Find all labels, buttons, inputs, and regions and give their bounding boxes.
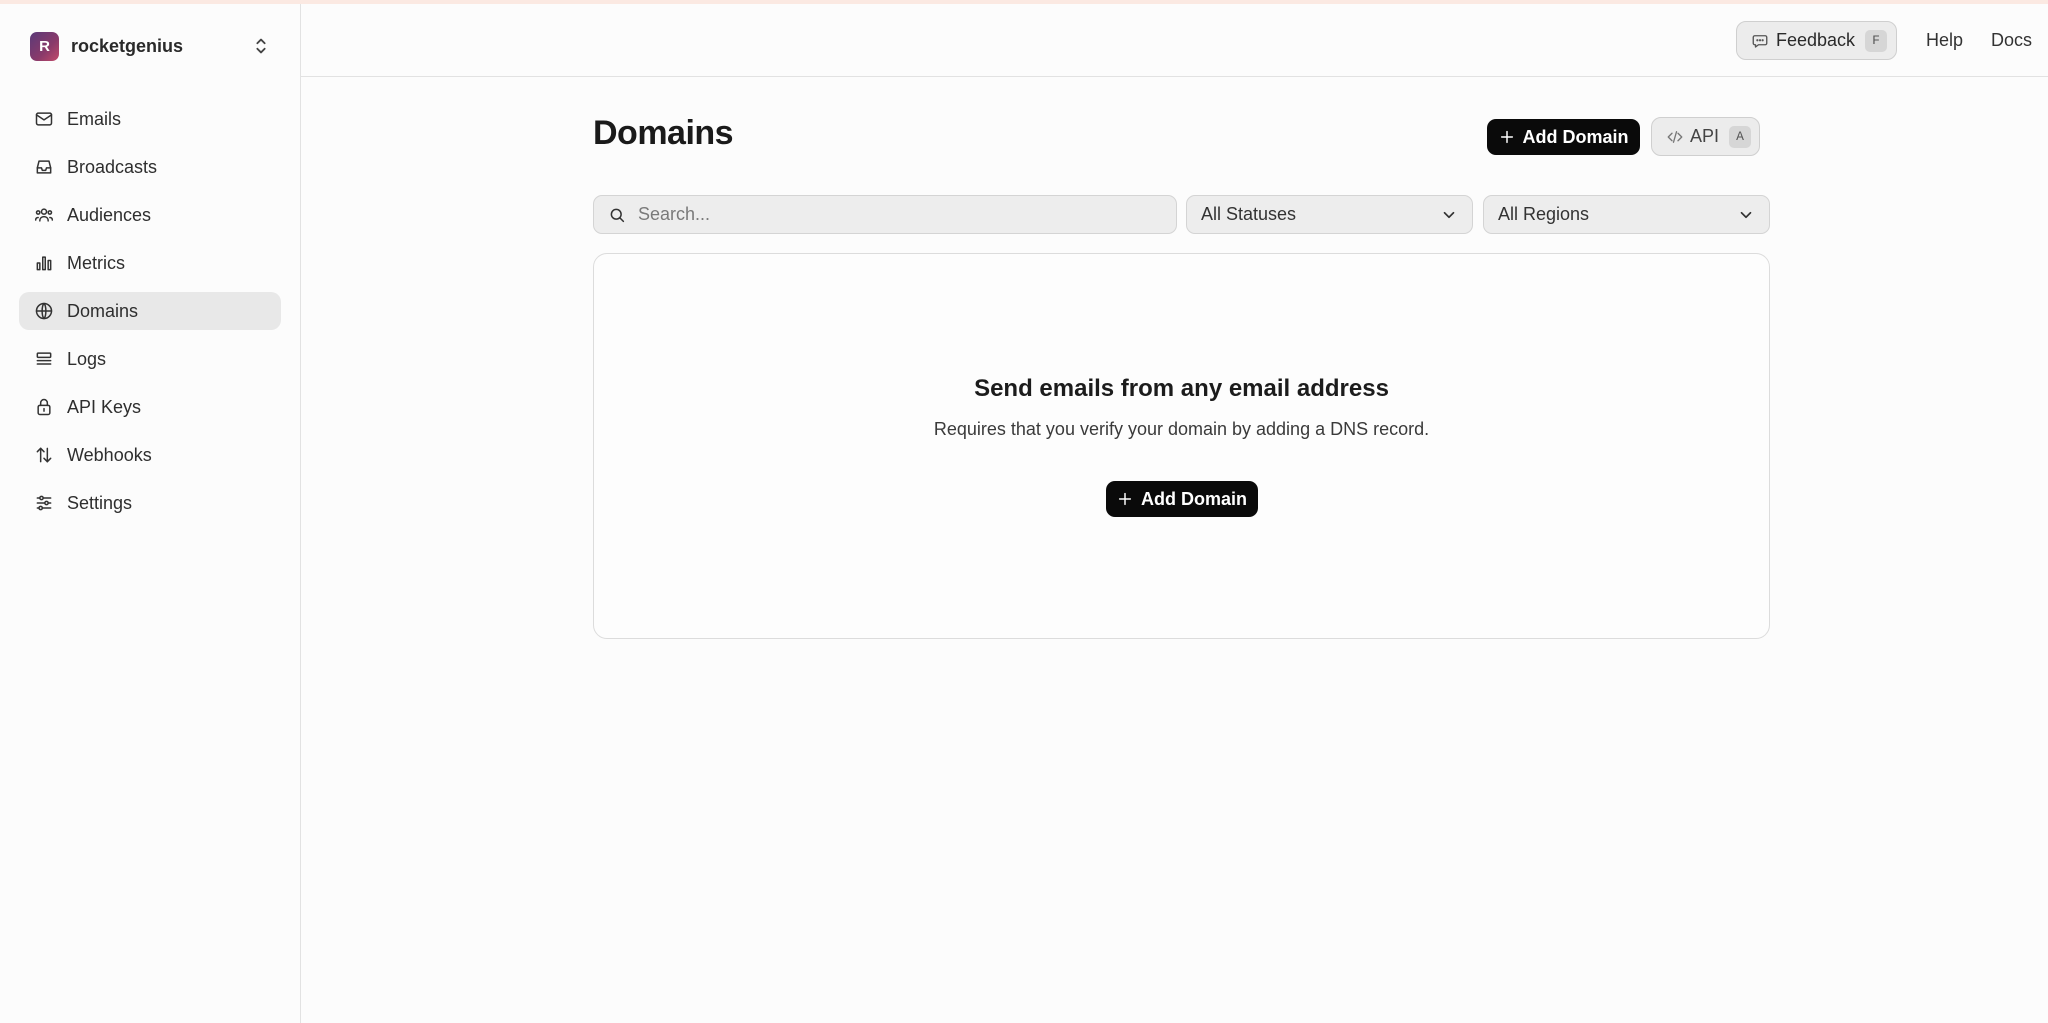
code-icon — [1667, 130, 1683, 143]
sidebar-item-logs[interactable]: Logs — [19, 340, 281, 378]
feedback-label: Feedback — [1776, 30, 1856, 50]
chevron-down-icon — [1740, 211, 1752, 218]
region-filter-select[interactable]: All Regions — [1483, 195, 1770, 234]
help-link[interactable]: Help — [1926, 30, 1963, 51]
page-title: Domains — [593, 114, 734, 152]
sidebar-item-label: Logs — [67, 348, 107, 369]
sidebar-item-label: API Keys — [67, 396, 142, 417]
arrows-up-down-icon — [33, 444, 55, 466]
search-input[interactable] — [638, 204, 1158, 225]
sidebar: R rocketgenius Emails Broadcasts Audienc… — [0, 4, 301, 1023]
docs-link[interactable]: Docs — [1991, 30, 2032, 51]
sidebar-item-webhooks[interactable]: Webhooks — [19, 436, 281, 474]
inbox-icon — [33, 156, 55, 178]
sidebar-item-label: Emails — [67, 108, 122, 129]
chevron-down-icon — [1443, 211, 1455, 218]
sidebar-nav: Emails Broadcasts Audiences Metrics Doma… — [19, 100, 281, 532]
globe-icon — [33, 300, 55, 322]
empty-state-add-domain-button[interactable]: Add Domain — [1106, 481, 1258, 517]
sidebar-item-label: Domains — [67, 300, 139, 321]
api-label: API — [1690, 126, 1720, 146]
sidebar-item-broadcasts[interactable]: Broadcasts — [19, 148, 281, 186]
status-filter-value: All Statuses — [1201, 204, 1297, 224]
team-switcher[interactable]: R rocketgenius — [20, 24, 280, 68]
team-name: rocketgenius — [71, 35, 184, 56]
sidebar-item-metrics[interactable]: Metrics — [19, 244, 281, 282]
sidebar-item-audiences[interactable]: Audiences — [19, 196, 281, 234]
sidebar-item-label: Settings — [67, 492, 133, 513]
plus-icon — [1500, 130, 1513, 144]
sidebar-item-label: Audiences — [67, 204, 152, 225]
chevron-up-down-icon — [256, 38, 266, 54]
sidebar-item-label: Metrics — [67, 252, 125, 273]
add-domain-button[interactable]: Add Domain — [1487, 119, 1640, 155]
plus-icon — [1118, 492, 1132, 506]
empty-state-add-domain-label: Add Domain — [1141, 488, 1247, 509]
feedback-shortcut-key: F — [1865, 29, 1888, 52]
bar-chart-icon — [33, 252, 55, 274]
top-bar: Feedback F Help Docs — [301, 4, 2048, 77]
team-avatar: R — [30, 31, 59, 61]
sliders-icon — [33, 492, 55, 514]
empty-state-title: Send emails from any email address — [974, 375, 1389, 402]
empty-state-card: Send emails from any email address Requi… — [593, 253, 1770, 639]
mail-icon — [33, 108, 55, 130]
api-button[interactable]: API A — [1651, 117, 1760, 156]
search-icon — [610, 208, 625, 222]
feedback-button[interactable]: Feedback F — [1736, 21, 1897, 60]
lock-icon — [33, 396, 55, 418]
region-filter-value: All Regions — [1498, 204, 1590, 224]
sidebar-item-emails[interactable]: Emails — [19, 100, 281, 138]
sidebar-item-domains[interactable]: Domains — [19, 292, 281, 330]
sidebar-item-label: Broadcasts — [67, 156, 158, 177]
chat-bubble-icon — [1752, 34, 1768, 48]
empty-state-description: Requires that you verify your domain by … — [933, 419, 1430, 439]
logs-icon — [33, 348, 55, 370]
search-field — [593, 195, 1177, 234]
status-filter-select[interactable]: All Statuses — [1186, 195, 1473, 234]
users-icon — [33, 204, 55, 226]
sidebar-item-api-keys[interactable]: API Keys — [19, 388, 281, 426]
sidebar-item-label: Webhooks — [67, 444, 152, 465]
api-shortcut-key: A — [1729, 125, 1752, 148]
add-domain-label: Add Domain — [1522, 126, 1629, 147]
sidebar-item-settings[interactable]: Settings — [19, 484, 281, 522]
